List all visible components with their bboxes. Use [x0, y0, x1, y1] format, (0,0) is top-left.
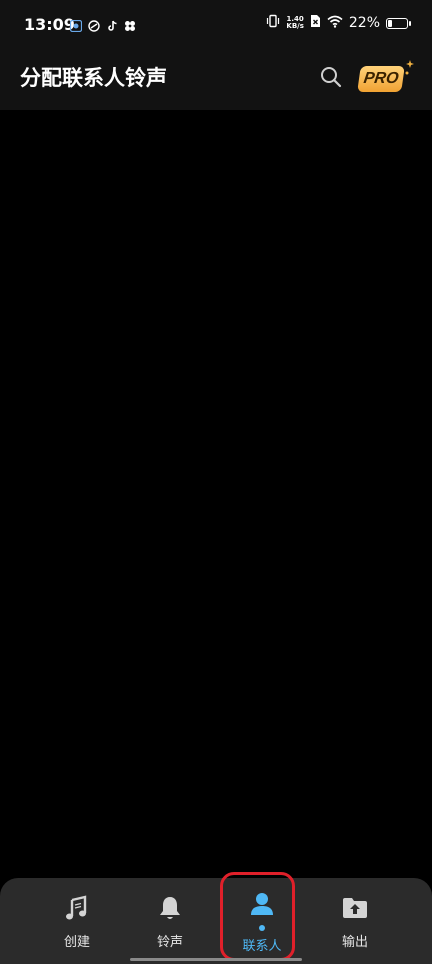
search-icon — [321, 67, 342, 88]
nav-label-ringtones: 铃声 — [156, 935, 183, 950]
nav-item-output[interactable]: 输出 — [315, 878, 395, 964]
fan-icon — [124, 17, 136, 31]
status-bar: 13:09 1.40 KB/s 22% — [0, 0, 432, 50]
nav-item-create[interactable]: 创建 — [37, 878, 117, 964]
battery-icon — [386, 17, 411, 29]
network-speed-unit: KB/s — [286, 22, 304, 30]
battery-percent: 22% — [348, 15, 380, 31]
person-icon — [251, 893, 273, 915]
tiktok-icon — [106, 17, 118, 31]
pro-badge-button[interactable]: PRO — [357, 66, 405, 92]
app-notification-icon — [88, 17, 100, 32]
active-indicator-dot — [259, 925, 265, 931]
nav-label-create: 创建 — [63, 935, 90, 950]
app-bar: 分配联系人铃声 PRO — [0, 50, 432, 110]
nav-item-ringtones[interactable]: 铃声 — [130, 878, 210, 964]
battery-fill — [388, 19, 392, 27]
bottom-navigation: 创建 铃声 联系人 输出 — [0, 878, 432, 964]
status-time: 13:09 — [24, 15, 75, 34]
nav-item-contacts[interactable]: 联系人 — [222, 878, 302, 964]
status-right-cluster: 1.40 KB/s 22% — [266, 14, 411, 32]
folder-upload-icon — [343, 898, 367, 918]
app-notification-icon — [69, 17, 83, 33]
nav-label-contacts: 联系人 — [242, 939, 282, 954]
page-title: 分配联系人铃声 — [20, 66, 167, 90]
bell-icon — [160, 897, 180, 919]
sparkle-icon — [405, 60, 414, 75]
music-note-icon — [66, 895, 87, 920]
search-button[interactable] — [318, 64, 344, 90]
status-app-icons — [69, 17, 136, 33]
wifi-icon — [327, 15, 343, 32]
network-speed: 1.40 KB/s — [286, 16, 303, 30]
nav-label-output: 输出 — [341, 935, 368, 950]
home-indicator[interactable] — [130, 958, 302, 961]
vibrate-icon — [266, 14, 280, 32]
contact-list-area — [0, 110, 432, 878]
no-sim-icon — [310, 14, 321, 32]
